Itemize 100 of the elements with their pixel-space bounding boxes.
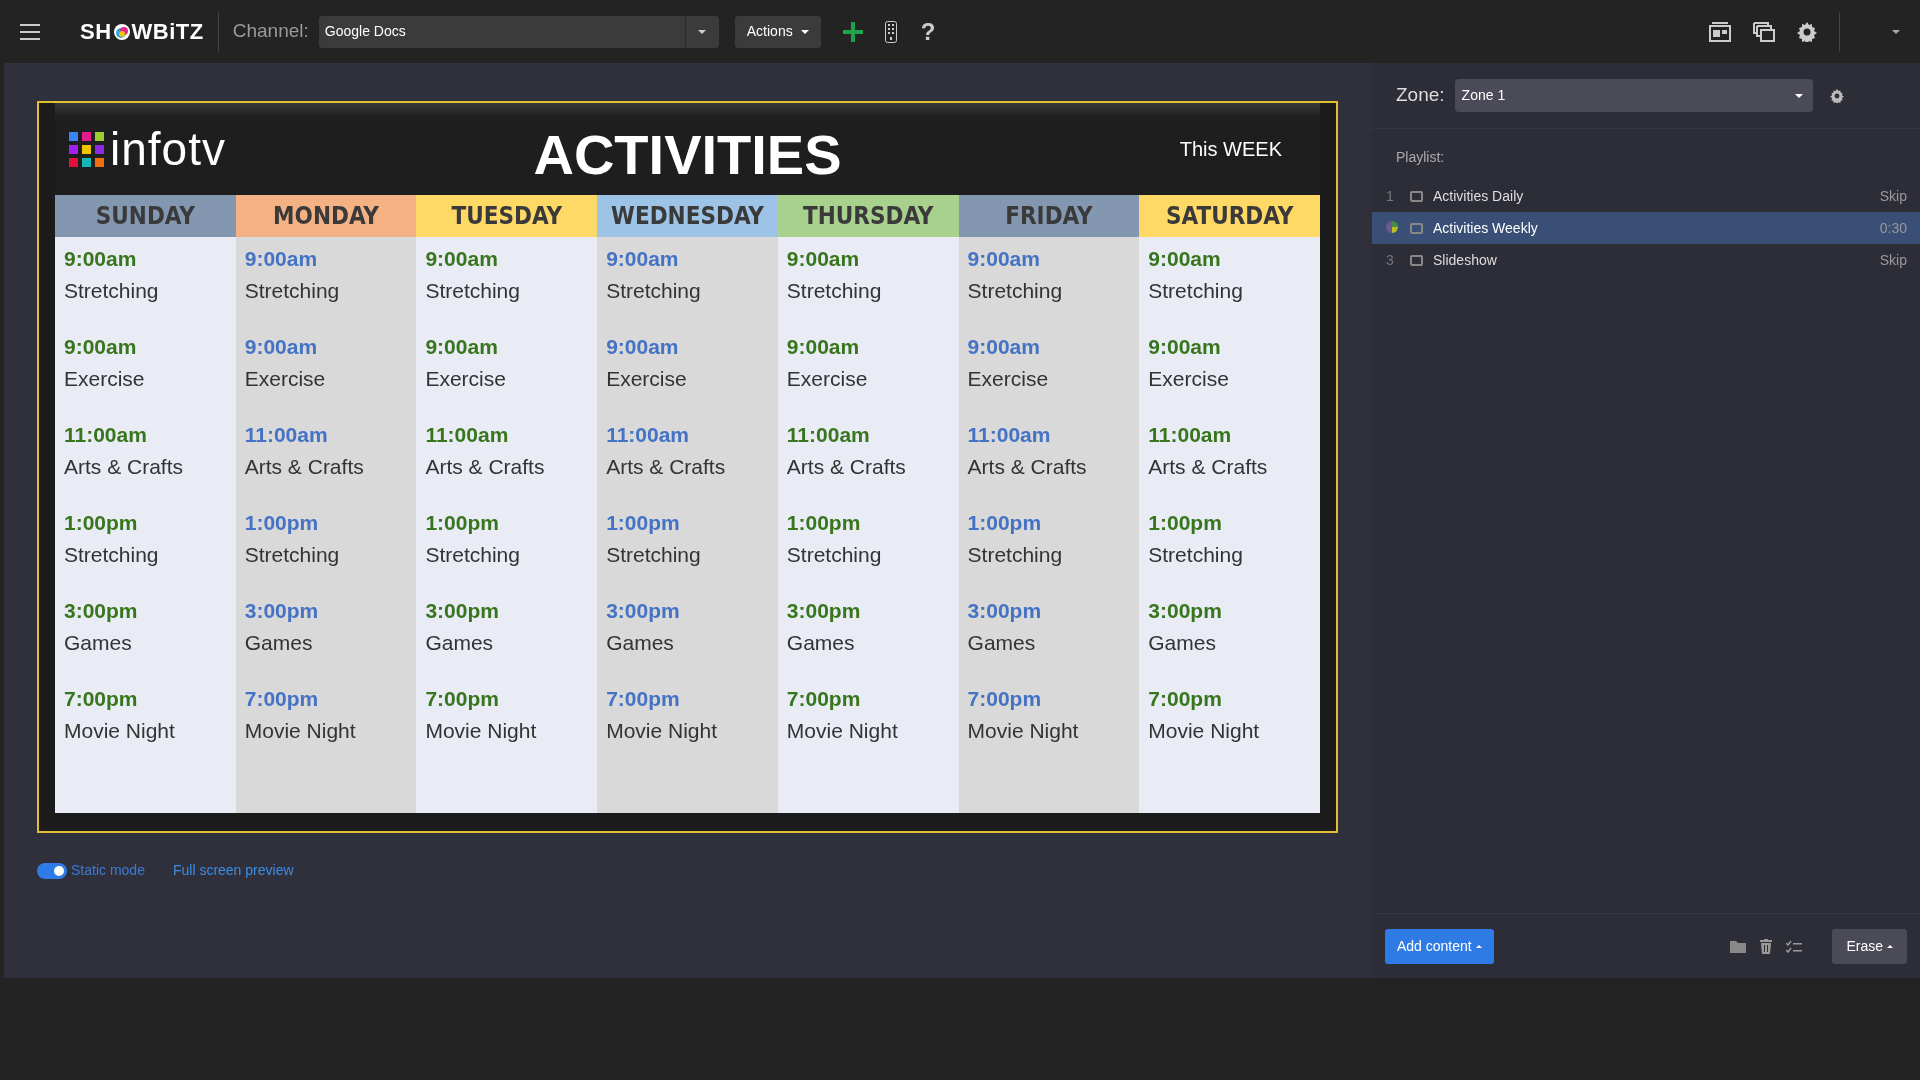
actions-button[interactable]: Actions bbox=[734, 15, 821, 48]
plus-icon[interactable] bbox=[842, 21, 863, 42]
event-activity: Stretching bbox=[786, 541, 883, 568]
event-activity: Arts & Crafts bbox=[1148, 453, 1269, 480]
logo-circle-icon bbox=[112, 22, 131, 41]
playlist-item[interactable]: 3 Slideshow Skip bbox=[1372, 244, 1920, 276]
playlist-item[interactable]: 1 Activities Daily Skip bbox=[1372, 180, 1920, 212]
event-activity: Stretching bbox=[967, 277, 1064, 304]
static-mode-toggle[interactable] bbox=[37, 862, 67, 879]
help-link[interactable]: ? bbox=[920, 13, 936, 50]
slide-title: ACTIVITIES bbox=[533, 122, 842, 188]
event-time: 9:00am bbox=[425, 334, 499, 360]
event-time: 1:00pm bbox=[64, 510, 139, 536]
settings-icon[interactable] bbox=[1829, 88, 1844, 103]
event-activity: Movie Night bbox=[244, 717, 357, 744]
item-number: 3 bbox=[1386, 251, 1394, 268]
event-time: 11:00am bbox=[64, 422, 148, 448]
item-duration: Skip bbox=[1879, 186, 1907, 206]
brand-name: infotv bbox=[110, 121, 226, 177]
event-activity: Exercise bbox=[967, 365, 1050, 392]
item-number: 1 bbox=[1386, 187, 1394, 204]
event-activity: Exercise bbox=[244, 365, 327, 392]
event-activity: Movie Night bbox=[786, 717, 899, 744]
event-activity: Exercise bbox=[425, 365, 507, 392]
event-activity: Games bbox=[1148, 629, 1217, 656]
caret-icon bbox=[800, 29, 809, 34]
playlist-item[interactable]: Activities Weekly 0:30 bbox=[1372, 212, 1920, 244]
event-activity: Games bbox=[786, 629, 856, 656]
event-time: 9:00am bbox=[1148, 246, 1222, 272]
event-activity: Arts & Crafts bbox=[425, 453, 546, 480]
event-time: 9:00am bbox=[786, 246, 861, 272]
day-header: SATURDAY bbox=[1139, 195, 1320, 237]
event-time: 1:00pm bbox=[606, 510, 681, 536]
checklist-icon[interactable] bbox=[1786, 939, 1803, 953]
event-activity: Exercise bbox=[606, 365, 688, 392]
layout-icon[interactable] bbox=[1709, 21, 1731, 42]
event-activity: Stretching bbox=[64, 541, 160, 568]
caret-icon bbox=[1475, 944, 1482, 948]
windows-icon[interactable] bbox=[1753, 21, 1775, 42]
event-time: 3:00pm bbox=[425, 598, 500, 624]
erase-button[interactable]: Erase bbox=[1832, 928, 1907, 964]
menu-icon[interactable] bbox=[20, 23, 40, 40]
event-time: 7:00pm bbox=[606, 686, 681, 712]
event-time: 7:00pm bbox=[425, 686, 500, 712]
event-activity: Movie Night bbox=[64, 717, 176, 744]
event-activity: Stretching bbox=[1148, 277, 1244, 304]
event-time: 9:00am bbox=[606, 246, 680, 272]
item-title: Activities Daily bbox=[1433, 186, 1524, 206]
event-activity: Movie Night bbox=[967, 717, 1080, 744]
day-header: TUESDAY bbox=[416, 195, 598, 237]
event-activity: Stretching bbox=[967, 541, 1064, 568]
event-activity: Games bbox=[967, 629, 1037, 656]
event-time: 11:00am bbox=[1148, 422, 1233, 448]
event-time: 9:00am bbox=[606, 334, 680, 360]
settings-icon[interactable] bbox=[1797, 21, 1817, 42]
day-header: WEDNESDAY bbox=[597, 195, 778, 237]
channel-select[interactable]: Google Docs bbox=[318, 15, 719, 48]
brand-grid-icon bbox=[69, 131, 104, 167]
event-activity: Stretching bbox=[425, 277, 521, 304]
monitor-icon bbox=[1410, 190, 1423, 202]
event-activity: Games bbox=[425, 629, 495, 656]
monitor-icon bbox=[1410, 254, 1423, 266]
event-time: 7:00pm bbox=[967, 686, 1043, 712]
event-activity: Stretching bbox=[606, 541, 702, 568]
event-activity: Arts & Crafts bbox=[64, 453, 185, 480]
event-activity: Exercise bbox=[1148, 365, 1230, 392]
event-activity: Exercise bbox=[64, 365, 146, 392]
event-activity: Games bbox=[244, 629, 314, 656]
event-time: 3:00pm bbox=[967, 598, 1043, 624]
caret-icon bbox=[1794, 93, 1803, 98]
event-time: 11:00am bbox=[786, 422, 871, 448]
remote-icon[interactable] bbox=[884, 20, 897, 43]
day-header: MONDAY bbox=[235, 195, 417, 237]
event-activity: Exercise bbox=[786, 365, 869, 392]
event-time: 9:00am bbox=[425, 246, 499, 272]
folder-icon[interactable] bbox=[1730, 939, 1747, 953]
playlist-label: Playlist: bbox=[1395, 148, 1446, 167]
day-header: SUNDAY bbox=[55, 195, 236, 237]
event-activity: Stretching bbox=[606, 277, 702, 304]
event-time: 9:00am bbox=[1148, 334, 1222, 360]
day-header: FRIDAY bbox=[958, 195, 1140, 237]
fullscreen-preview-link[interactable]: Full screen preview bbox=[172, 860, 294, 881]
event-time: 7:00pm bbox=[244, 686, 320, 712]
event-activity: Stretching bbox=[425, 541, 521, 568]
event-time: 9:00am bbox=[786, 334, 861, 360]
caret-icon[interactable] bbox=[1892, 29, 1900, 34]
add-content-button[interactable]: Add content bbox=[1385, 928, 1494, 964]
event-time: 7:00pm bbox=[64, 686, 139, 712]
event-activity: Movie Night bbox=[606, 717, 719, 744]
event-time: 1:00pm bbox=[967, 510, 1043, 536]
event-time: 1:00pm bbox=[786, 510, 862, 536]
event-activity: Games bbox=[606, 629, 675, 656]
event-time: 1:00pm bbox=[425, 510, 500, 536]
event-activity: Movie Night bbox=[1148, 717, 1261, 744]
item-title: Slideshow bbox=[1433, 250, 1497, 270]
event-time: 3:00pm bbox=[64, 598, 139, 624]
zone-select[interactable]: Zone 1 bbox=[1454, 79, 1813, 112]
zone-label: Zone: bbox=[1396, 83, 1445, 108]
trash-icon[interactable] bbox=[1760, 938, 1773, 954]
event-time: 7:00pm bbox=[786, 686, 862, 712]
